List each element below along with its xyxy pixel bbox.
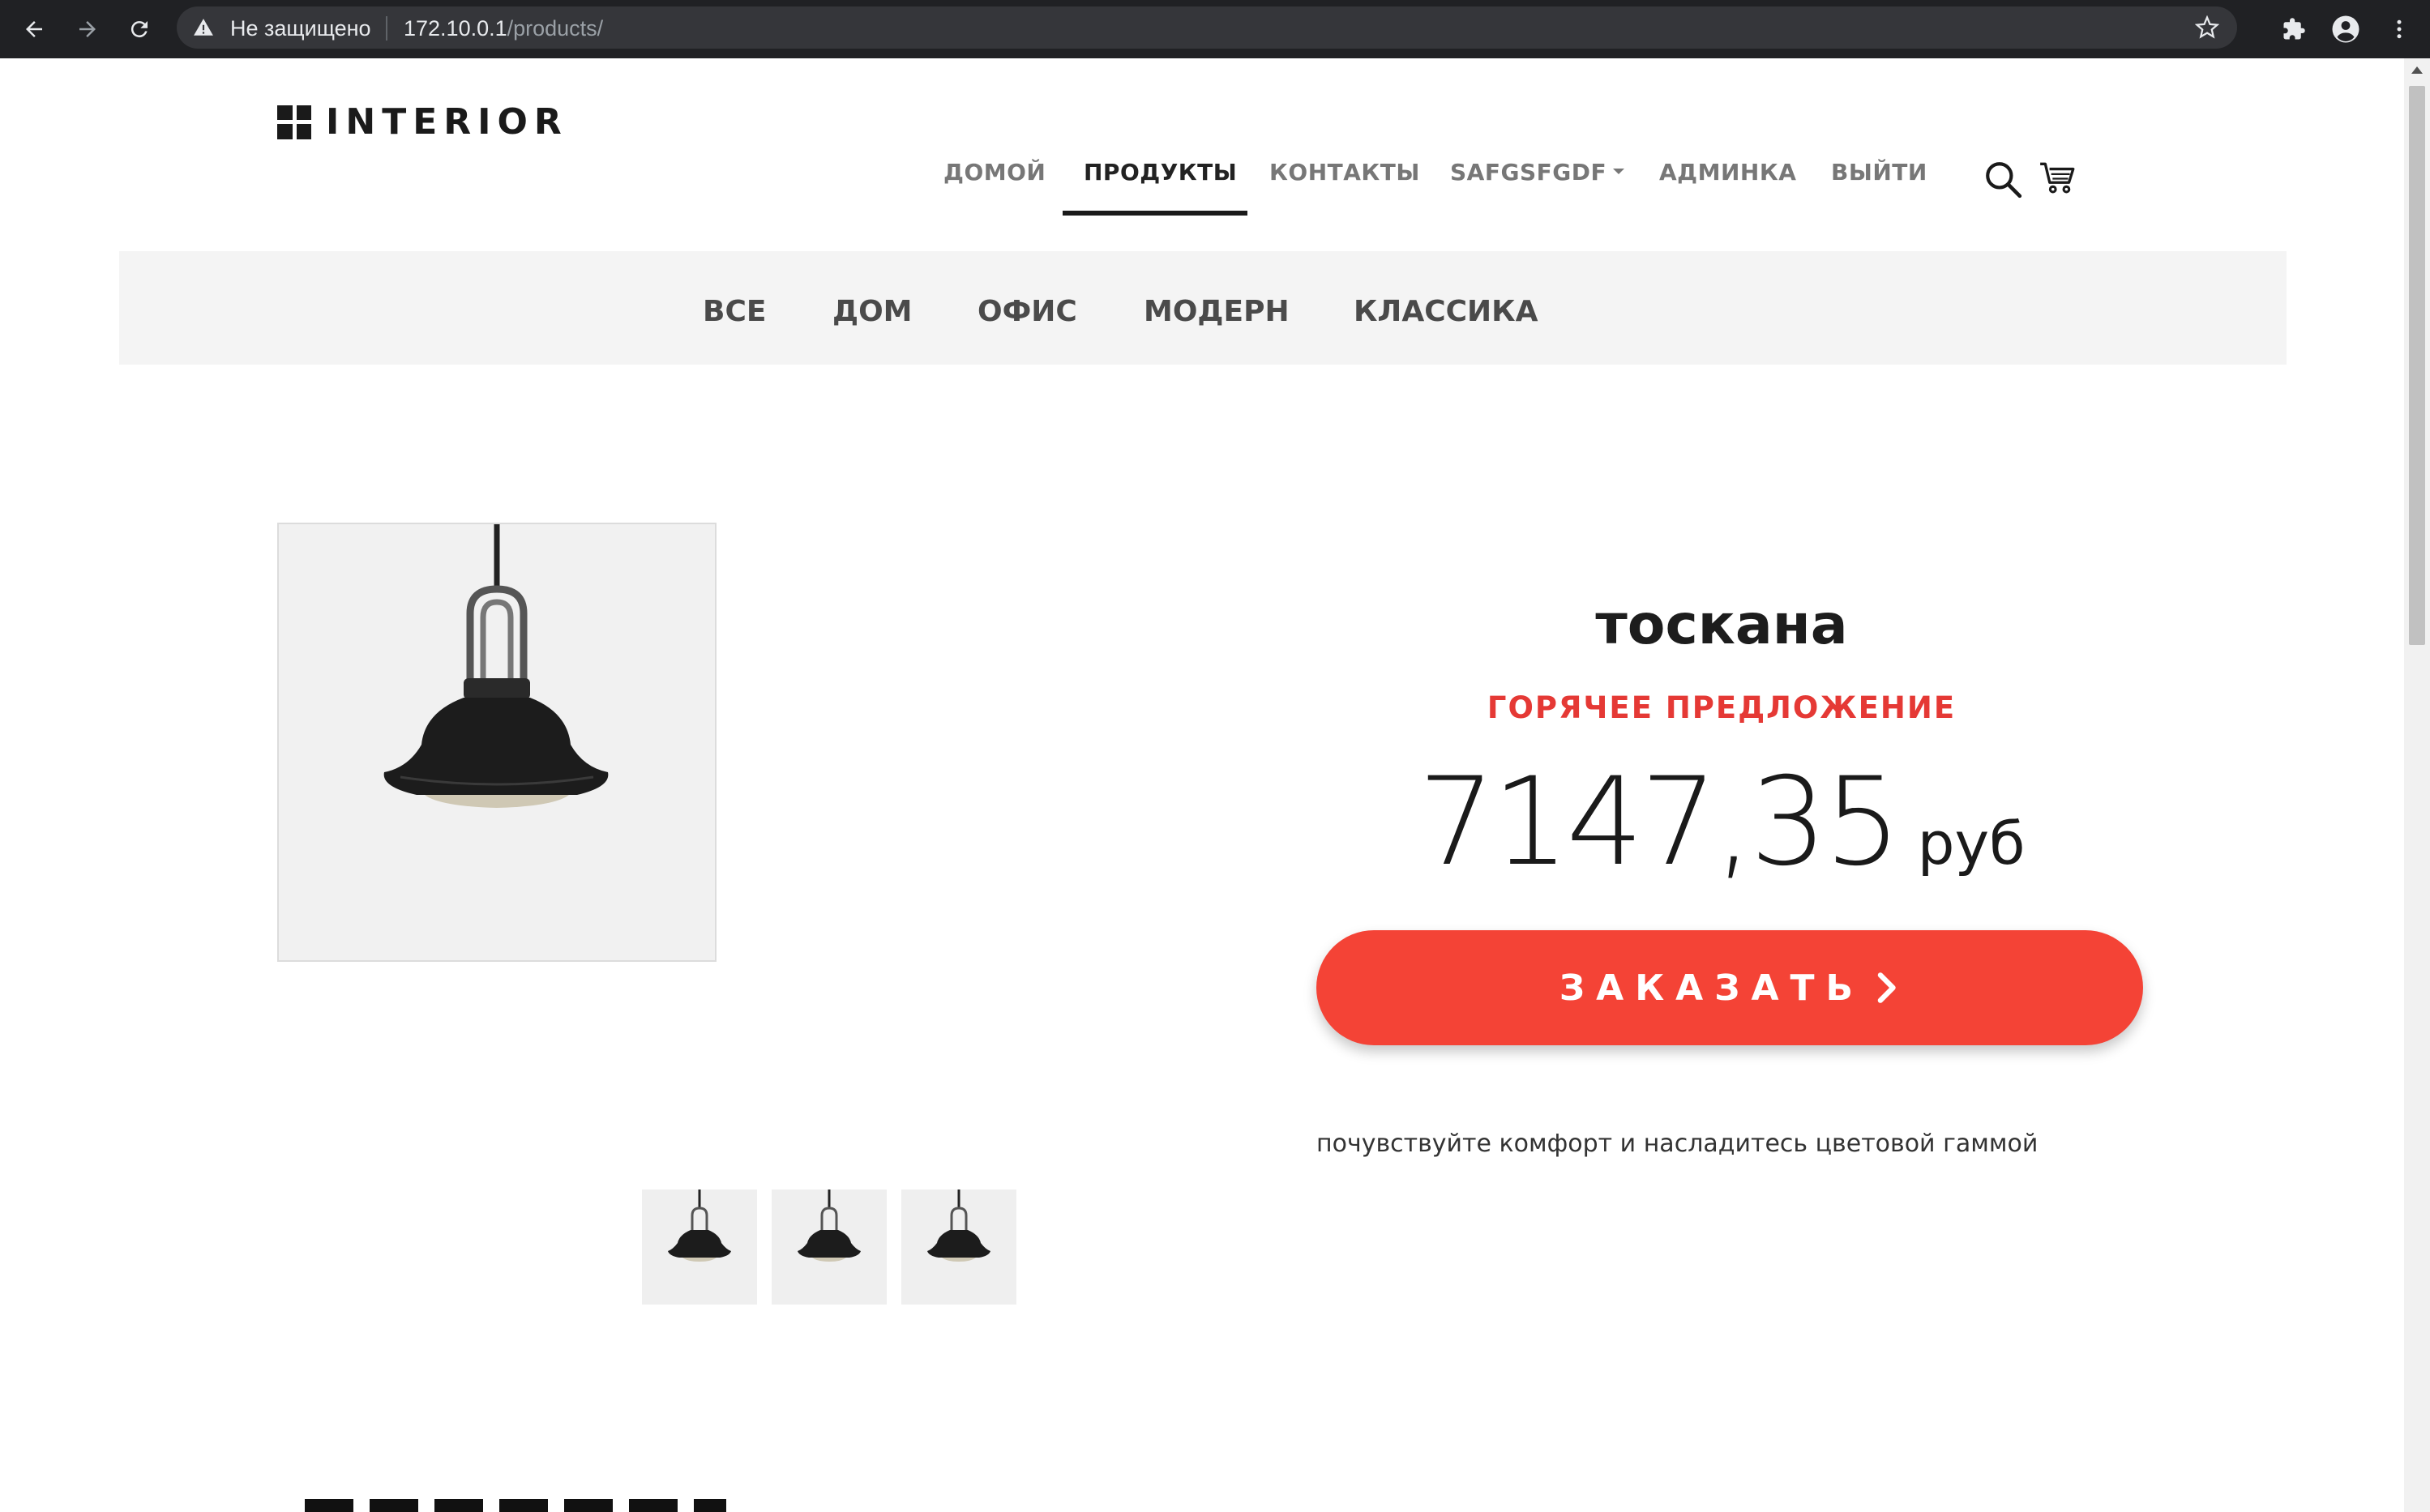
reload-icon xyxy=(130,21,148,38)
lamp-thumbnail-icon xyxy=(668,1190,731,1262)
scroll-up-arrow-icon[interactable] xyxy=(2411,66,2423,74)
bookmark-star-icon[interactable] xyxy=(2195,15,2219,40)
profile-button[interactable] xyxy=(2329,13,2362,45)
separator xyxy=(386,16,387,41)
product-thumbnail-3[interactable] xyxy=(901,1190,1016,1305)
arrow-left-icon xyxy=(26,21,42,37)
logo-text: INTERIOR xyxy=(326,101,568,143)
back-button[interactable] xyxy=(18,13,50,45)
security-status[interactable]: Не защищено xyxy=(230,16,371,41)
more-vert-icon xyxy=(2397,19,2402,39)
chevron-right-icon xyxy=(1877,972,1896,1003)
forward-button[interactable] xyxy=(71,13,104,45)
pendant-lamp-image xyxy=(279,524,715,960)
lamp-thumbnail-icon xyxy=(798,1190,861,1262)
product-thumbnail-1[interactable] xyxy=(642,1190,757,1305)
address-bar[interactable]: Не защищено 172.10.0.1/products/ xyxy=(177,6,2237,49)
site-logo[interactable]: INTERIOR xyxy=(277,101,568,143)
logo-grid-icon xyxy=(277,105,311,139)
nav-home[interactable]: ДОМОЙ xyxy=(943,159,1046,186)
category-home[interactable]: ДОМ xyxy=(832,295,913,328)
nav-admin[interactable]: АДМИНКА xyxy=(1659,159,1796,186)
category-office[interactable]: ОФИС xyxy=(978,295,1077,328)
nav-products[interactable]: ПРОДУКТЫ xyxy=(1084,159,1237,186)
lamp-thumbnail-icon xyxy=(927,1190,990,1262)
vertical-scrollbar[interactable] xyxy=(2404,58,2430,1512)
caret-down-icon xyxy=(1613,168,1625,174)
nav-user-dropdown[interactable]: SAFGSFGDF xyxy=(1450,159,1625,186)
arrow-right-icon xyxy=(79,21,96,37)
price-currency: руб xyxy=(1917,809,2026,878)
category-all[interactable]: ВСЕ xyxy=(703,295,766,328)
puzzle-icon xyxy=(2283,18,2305,40)
cart-icon[interactable] xyxy=(2038,157,2078,198)
next-section-heading-cutoff xyxy=(305,1499,726,1512)
product-price: 7147,35 руб xyxy=(1313,752,2130,893)
scrollbar-thumb[interactable] xyxy=(2409,86,2425,645)
hot-offer-badge: ГОРЯЧЕЕ ПРЕДЛОЖЕНИЕ xyxy=(1487,690,1957,725)
product-main-image[interactable] xyxy=(277,523,717,962)
warning-icon xyxy=(194,19,213,36)
price-amount: 7147,35 xyxy=(1418,752,1901,893)
order-button-label: ЗАКАЗАТЬ xyxy=(1559,967,1865,1009)
url-text[interactable]: 172.10.0.1/products/ xyxy=(404,16,603,41)
active-nav-indicator xyxy=(1063,211,1247,216)
category-classic[interactable]: КЛАССИКА xyxy=(1354,295,1538,328)
search-icon[interactable] xyxy=(1983,159,2023,199)
account-circle-icon xyxy=(2332,15,2359,43)
order-button[interactable]: ЗАКАЗАТЬ xyxy=(1316,930,2143,1045)
nav-logout[interactable]: ВЫЙТИ xyxy=(1831,159,1927,186)
menu-button[interactable] xyxy=(2383,13,2415,45)
category-filter-bar: ВСЕ ДОМ ОФИС МОДЕРН КЛАССИКА xyxy=(119,251,2287,365)
product-title: тоскана xyxy=(1595,593,1848,657)
browser-toolbar: Не защищено 172.10.0.1/products/ xyxy=(0,0,2430,58)
category-modern[interactable]: МОДЕРН xyxy=(1144,295,1290,328)
extensions-button[interactable] xyxy=(2278,13,2310,45)
product-thumbnail-2[interactable] xyxy=(772,1190,887,1305)
reload-button[interactable] xyxy=(123,13,156,45)
nav-contacts[interactable]: КОНТАКТЫ xyxy=(1269,159,1420,186)
product-description: почувствуйте комфорт и насладитесь цвето… xyxy=(1316,1130,2039,1158)
